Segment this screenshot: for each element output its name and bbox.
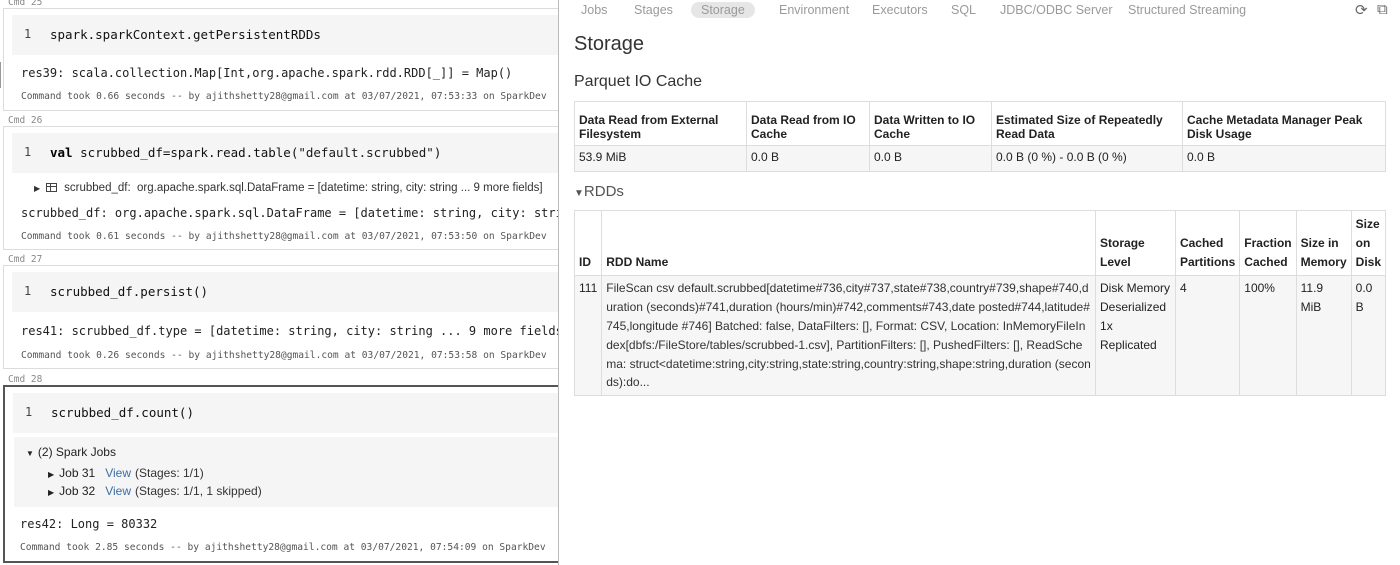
spark-job-row[interactable]: ▶ Job 31 View (Stages: 1/1) [48, 466, 204, 480]
code-line: spark.sparkContext.getPersistentRDDs [50, 27, 321, 42]
cell-output: res41: scrubbed_df.type = [datetime: str… [21, 324, 560, 338]
dataframe-schema-toggle[interactable]: ▶ scrubbed_df: org.apache.spark.sql.DataF… [34, 182, 543, 194]
notebook-cell[interactable]: 1 scrubbed_df.persist() res41: scrubbed_… [3, 265, 560, 369]
column-header[interactable]: ID [573, 209, 603, 277]
rdds-section-toggle[interactable]: ▼RDDs [574, 183, 624, 200]
job-name: Job 32 [59, 484, 96, 498]
cell-output: scrubbed_df: org.apache.spark.sql.DataFr… [21, 206, 560, 220]
rdd-storage-level: Disk Memory Deserialized 1x Replicated [1095, 275, 1176, 397]
triangle-down-icon[interactable]: ▼ [574, 188, 584, 199]
spark-jobs-toggle[interactable]: ▼ (2) Spark Jobs [26, 445, 116, 459]
tab-jobs[interactable]: Jobs [581, 3, 607, 17]
cmd-label: Cmd 25 [8, 0, 43, 8]
spark-ui-panel: Jobs Stages Storage Environment Executor… [558, 0, 1400, 565]
tab-environment[interactable]: Environment [779, 3, 849, 17]
job-stages: (Stages: 1/1) [134, 466, 204, 480]
tab-sql[interactable]: SQL [951, 3, 976, 17]
cmd-label: Cmd 27 [8, 254, 43, 265]
column-header[interactable]: Storage Level [1095, 209, 1176, 277]
line-number: 1 [25, 405, 33, 419]
code-editor[interactable]: 1 scrubbed_df.count() [13, 393, 560, 433]
spark-jobs-panel: ▼ (2) Spark Jobs ▶ Job 31 View (Stages: 1/1)… [14, 437, 560, 507]
rdd-size-in-memory: 11.9 MiB [1295, 275, 1352, 397]
tab-storage[interactable]: Storage [691, 2, 755, 18]
section-title-rdds: RDDs [583, 183, 624, 200]
column-header[interactable]: Data Read from IO Cache [746, 101, 870, 146]
cell-output: res42: Long = 80332 [20, 517, 158, 531]
column-header[interactable]: Data Read from External Filesystem [574, 101, 747, 146]
cell-collapse-handle[interactable] [0, 62, 3, 88]
tab-jdbc-odbc-server[interactable]: JDBC/ODBC Server [1000, 3, 1113, 17]
job-stages: (Stages: 1/1, 1 skipped) [134, 484, 262, 498]
column-header[interactable]: Fraction Cached [1239, 209, 1297, 277]
cmd-label: Cmd 28 [8, 374, 43, 385]
triangle-right-icon[interactable]: ▶ [48, 470, 54, 479]
column-header[interactable]: Size in Memory [1295, 209, 1352, 277]
job-name: Job 31 [59, 466, 96, 480]
notebook-cell[interactable]: 1 val scrubbed_df=spark.read.table("defa… [3, 126, 560, 250]
table-cell: 0.0 B [1182, 145, 1386, 172]
line-number: 1 [24, 145, 32, 159]
spark-ui-nav: Jobs Stages Storage Environment Executor… [559, 0, 1400, 20]
section-title-parquet-io-cache: Parquet IO Cache [574, 73, 703, 90]
column-header[interactable]: Estimated Size of Repeatedly Read Data [991, 101, 1183, 146]
line-number: 1 [24, 284, 32, 298]
command-took: Command took 2.85 seconds -- by ajithshe… [20, 542, 546, 553]
rdd-fraction-cached: 100% [1239, 275, 1297, 397]
tab-stages[interactable]: Stages [634, 3, 673, 17]
refresh-icon[interactable]: ⟳ [1355, 1, 1368, 19]
code-line: scrubbed_df.count() [51, 405, 194, 420]
job-view-link[interactable]: View [105, 484, 131, 498]
cmd-label: Cmd 26 [8, 115, 43, 126]
table-cell: 0.0 B (0 %) - 0.0 B (0 %) [991, 145, 1183, 172]
rdd-id: 111 [573, 275, 603, 397]
parquet-io-cache-table: Data Read from External Filesystem Data … [574, 101, 1386, 172]
triangle-right-icon[interactable]: ▶ [48, 488, 54, 497]
spark-job-row[interactable]: ▶ Job 32 View (Stages: 1/1, 1 skipped) [48, 484, 262, 498]
open-external-icon[interactable]: ⧉ [1377, 1, 1388, 18]
rdd-cached-partitions: 4 [1174, 275, 1241, 397]
column-header[interactable]: Cached Partitions [1174, 209, 1241, 277]
code-line: val scrubbed_df=spark.read.table("defaul… [50, 145, 441, 160]
rdd-size-on-disk: 0.0 B [1350, 275, 1387, 397]
code-editor[interactable]: 1 val scrubbed_df=spark.read.table("defa… [12, 133, 560, 173]
code-editor[interactable]: 1 spark.sparkContext.getPersistentRDDs [12, 15, 560, 55]
rdds-table: ID RDD Name Storage Level Cached Partiti… [573, 209, 1387, 397]
notebook-cell[interactable]: 1 spark.sparkContext.getPersistentRDDs r… [3, 8, 560, 111]
notebook-panel: Cmd 25 1 spark.sparkContext.getPersisten… [0, 0, 560, 565]
column-header[interactable]: RDD Name [601, 209, 1097, 277]
table-row: 53.9 MiB 0.0 B 0.0 B 0.0 B (0 %) - 0.0 B… [574, 145, 1386, 172]
cell-output: res39: scala.collection.Map[Int,org.apac… [21, 66, 513, 80]
table-cell: 53.9 MiB [574, 145, 747, 172]
code-line: scrubbed_df.persist() [50, 284, 209, 299]
command-took: Command took 0.26 seconds -- by ajithshe… [21, 350, 547, 361]
command-took: Command took 0.66 seconds -- by ajithshe… [21, 91, 547, 102]
column-header[interactable]: Cache Metadata Manager Peak Disk Usage [1182, 101, 1386, 146]
job-view-link[interactable]: View [105, 466, 131, 480]
table-icon [46, 183, 58, 192]
rdd-name-link[interactable]: FileScan csv default.scrubbed[datetime#7… [601, 275, 1097, 397]
table-cell: 0.0 B [746, 145, 870, 172]
code-text: ) [433, 145, 442, 160]
triangle-down-icon[interactable]: ▼ [26, 449, 34, 458]
tab-executors[interactable]: Executors [872, 3, 928, 17]
schema-text: scrubbed_df: org.apache.spark.sql.DataFr… [64, 182, 543, 194]
column-header[interactable]: Size on Disk [1350, 209, 1387, 277]
table-row: 111 FileScan csv default.scrubbed[dateti… [573, 275, 1387, 397]
command-took: Command took 0.61 seconds -- by ajithshe… [21, 231, 547, 242]
code-editor[interactable]: 1 scrubbed_df.persist() [12, 272, 560, 312]
line-number: 1 [24, 27, 32, 41]
code-text: scrubbed_df=spark.read.table( [72, 145, 299, 160]
page-title: Storage [574, 33, 645, 55]
tab-structured-streaming[interactable]: Structured Streaming [1128, 3, 1246, 17]
triangle-right-icon[interactable]: ▶ [34, 184, 40, 193]
code-string: "default.scrubbed" [298, 145, 434, 160]
column-header[interactable]: Data Written to IO Cache [869, 101, 992, 146]
table-cell: 0.0 B [869, 145, 992, 172]
code-keyword: val [50, 145, 73, 160]
